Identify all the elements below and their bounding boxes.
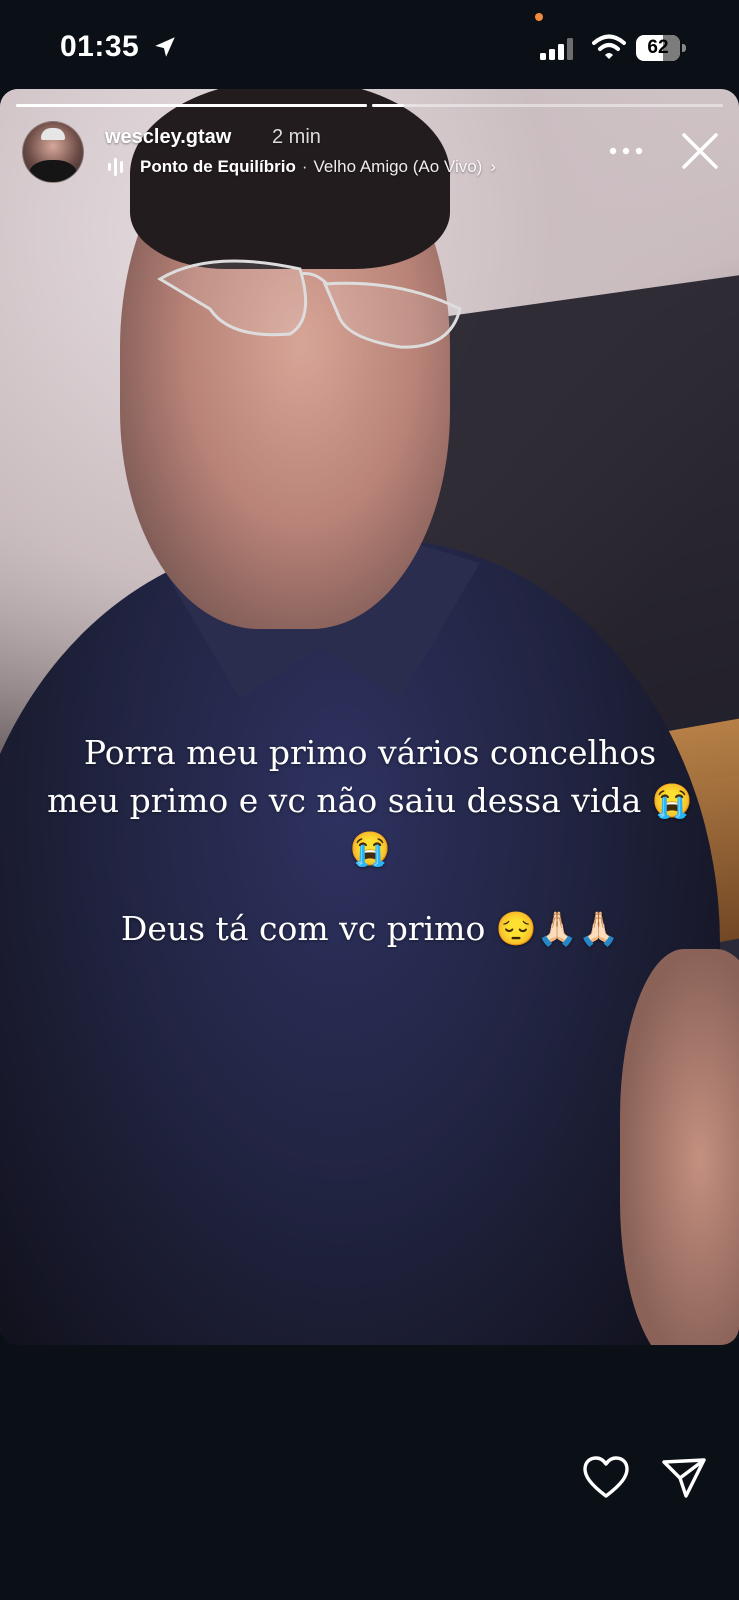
send-icon[interactable] <box>660 1456 708 1500</box>
battery-icon: 62 <box>636 35 688 61</box>
battery-percent: 62 <box>647 37 669 58</box>
avatar-cap <box>41 128 65 140</box>
story-caption: Porra meu primo vários concelhos meu pri… <box>30 729 710 953</box>
heart-icon[interactable] <box>582 1456 630 1500</box>
story-time-ago: 2 min <box>272 126 321 148</box>
battery-cap <box>682 44 686 52</box>
wifi-icon <box>592 34 626 59</box>
battery-body: 62 <box>636 35 680 61</box>
close-icon[interactable] <box>680 131 720 171</box>
caption-line-4: Deus tá com vc primo 😔🙏🏻🙏🏻 <box>120 909 620 948</box>
progress-fill <box>16 104 367 107</box>
music-separator: · <box>301 157 308 176</box>
caption-line-3: 😭 <box>349 829 391 868</box>
photo-arm <box>620 949 739 1345</box>
progress-fill <box>372 104 404 107</box>
caption-line-2: meu primo e vc não saiu dessa vida 😭 <box>47 781 693 820</box>
music-sticker-link[interactable]: Ponto de Equilíbrio · Velho Amigo (Ao Vi… <box>108 156 496 178</box>
music-bars-icon <box>108 158 123 176</box>
location-arrow-icon <box>155 37 175 57</box>
signal-icon <box>540 38 573 60</box>
music-artist: Ponto de Equilíbrio <box>140 157 296 176</box>
music-song: Velho Amigo (Ao Vivo) <box>313 157 483 176</box>
status-bar: 01:35 62 <box>0 0 739 90</box>
privacy-indicator-dot <box>535 13 543 21</box>
caption-line-1: Porra meu primo vários concelhos <box>83 733 657 772</box>
story-progress-segment-1 <box>16 104 367 107</box>
photo-glasses <box>157 259 462 349</box>
story-viewer[interactable]: wescley.gtaw 2 min Ponto de Equilíbrio ·… <box>0 89 739 1345</box>
status-time: 01:35 <box>60 30 140 63</box>
story-username[interactable]: wescley.gtaw <box>105 126 231 149</box>
avatar[interactable] <box>22 121 84 183</box>
more-options-icon[interactable] <box>608 145 644 157</box>
avatar-body <box>29 160 77 182</box>
story-progress-segment-2 <box>372 104 723 107</box>
chevron-right-icon: › <box>490 157 497 176</box>
